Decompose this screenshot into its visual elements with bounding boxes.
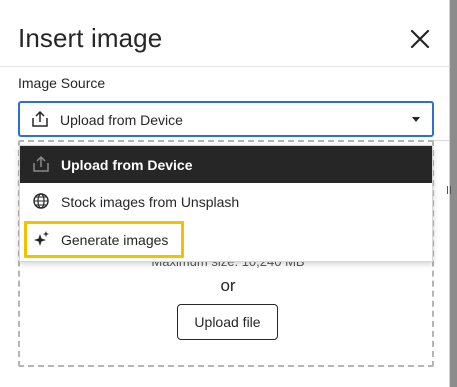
header-divider [0,66,450,67]
background-divider [433,140,450,141]
option-generate-images[interactable]: Generate images [20,221,432,258]
option-upload-from-device[interactable]: Upload from Device [20,146,432,183]
image-source-select[interactable]: Upload from Device [18,101,434,137]
drag-handle-icon [447,186,451,194]
option-label: Generate images [61,232,169,248]
option-label: Upload from Device [61,157,193,173]
chevron-down-icon [412,117,420,122]
close-icon [410,29,430,49]
image-source-value: Upload from Device [60,112,183,128]
sparkle-icon [31,230,51,248]
option-label: Stock images from Unsplash [61,194,240,210]
upload-icon [31,155,51,173]
image-source-dropdown: Upload from Device Stock images from Uns… [19,145,433,262]
upload-icon [30,110,50,128]
close-button[interactable] [407,26,433,52]
globe-icon [31,192,51,210]
image-source-label: Image Source [18,75,106,91]
dialog-title: Insert image [18,23,163,53]
or-text: or [220,276,236,295]
option-stock-images-unsplash[interactable]: Stock images from Unsplash [20,183,432,220]
insert-image-dialog: Insert image Image Source Upload from De… [0,0,451,387]
upload-file-button[interactable]: Upload file [177,304,278,340]
